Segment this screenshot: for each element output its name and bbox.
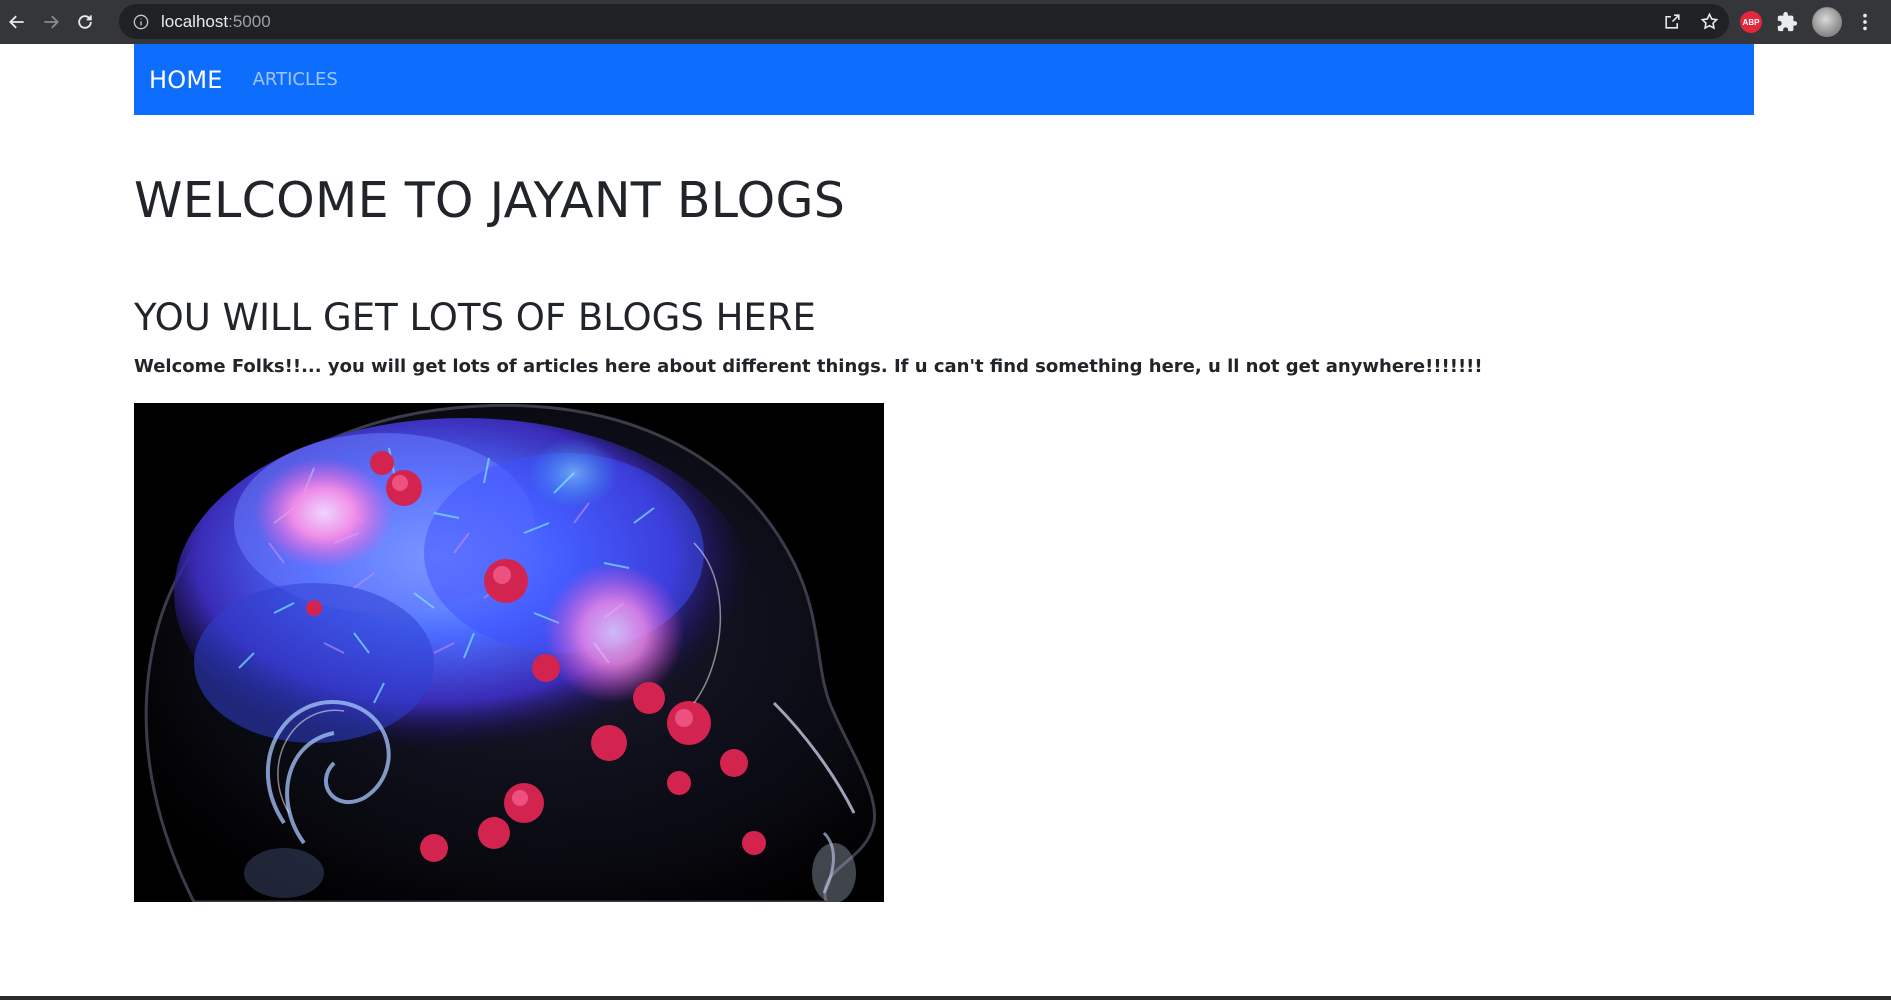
page-content: HOME ARTICLES WELCOME TO JAYANT BLOGS YO… bbox=[0, 44, 1891, 996]
intro-text: Welcome Folks!!... you will get lots of … bbox=[134, 356, 1483, 377]
forward-button[interactable] bbox=[34, 5, 68, 39]
url-port: :5000 bbox=[228, 11, 271, 31]
info-icon[interactable] bbox=[133, 14, 149, 30]
adblock-extension-icon[interactable]: ABP bbox=[1740, 11, 1762, 33]
extensions-puzzle-icon[interactable] bbox=[1776, 11, 1798, 33]
bookmark-star-icon[interactable] bbox=[1700, 12, 1719, 31]
share-icon[interactable] bbox=[1663, 12, 1682, 31]
page-title: WELCOME TO JAYANT BLOGS bbox=[134, 172, 846, 229]
browser-toolbar: localhost:5000 ABP bbox=[0, 0, 1891, 44]
url-text[interactable]: localhost:5000 bbox=[161, 12, 271, 32]
nav-home-link[interactable]: HOME bbox=[149, 66, 223, 94]
profile-avatar[interactable] bbox=[1812, 7, 1842, 37]
nav-articles-link[interactable]: ARTICLES bbox=[253, 69, 338, 90]
kebab-menu-icon[interactable] bbox=[1856, 11, 1874, 33]
url-host: localhost bbox=[161, 11, 229, 31]
reload-button[interactable] bbox=[68, 5, 102, 39]
back-button[interactable] bbox=[0, 5, 34, 39]
arrow-left-icon bbox=[9, 15, 24, 29]
site-navbar: HOME ARTICLES bbox=[134, 44, 1754, 115]
hero-brain-image bbox=[134, 403, 884, 902]
arrow-right-icon bbox=[44, 15, 59, 29]
address-bar[interactable]: localhost:5000 bbox=[119, 4, 1729, 39]
bottom-divider bbox=[0, 996, 1891, 1000]
reload-icon bbox=[78, 15, 92, 29]
page-subtitle: YOU WILL GET LOTS OF BLOGS HERE bbox=[134, 296, 816, 339]
